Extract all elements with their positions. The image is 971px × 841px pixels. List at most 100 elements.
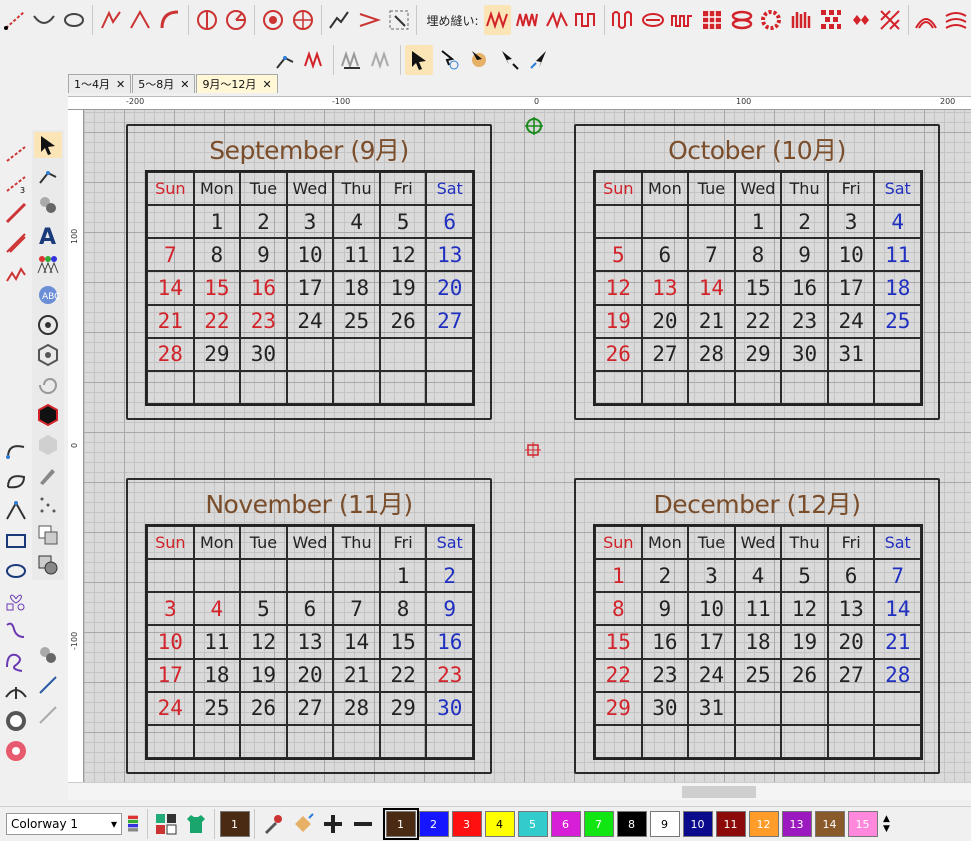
- people-icon[interactable]: [34, 252, 62, 278]
- cc-icon[interactable]: [2, 708, 30, 734]
- polyline-icon[interactable]: [97, 5, 125, 35]
- red-hexagon-icon[interactable]: [34, 402, 62, 428]
- thread-swatch-3[interactable]: 3: [451, 811, 482, 837]
- thread-swatch-11[interactable]: 11: [715, 811, 746, 837]
- spiral-icon[interactable]: [34, 372, 62, 398]
- close-icon[interactable]: ✕: [262, 78, 271, 91]
- closed-curve-icon[interactable]: [2, 468, 30, 494]
- origin-marker-icon[interactable]: [524, 116, 544, 136]
- close-icon[interactable]: ✕: [180, 78, 189, 91]
- text-tool-icon[interactable]: A: [34, 222, 62, 248]
- rect-select-icon[interactable]: [34, 522, 62, 548]
- calendar-november[interactable]: November (11月) Sun Mon Tue Wed Thu Fri Sat 1 2 3 4 5…: [126, 478, 492, 774]
- color-grid-icon[interactable]: [152, 809, 180, 839]
- select-region-icon[interactable]: [385, 5, 413, 35]
- dotted-points-icon[interactable]: [34, 492, 62, 518]
- calendar-september[interactable]: September (9月) Sun Mon Tue Wed Thu Fri Sat 1 2 3 4 5…: [126, 124, 492, 420]
- select-arrow-icon[interactable]: [34, 132, 62, 158]
- fill-bucket-icon[interactable]: [289, 809, 317, 839]
- scrollbar-thumb[interactable]: [682, 786, 756, 798]
- thread-swatch-7[interactable]: 7: [583, 811, 614, 837]
- squiggle-icon[interactable]: [2, 618, 30, 644]
- motif-path-icon[interactable]: [355, 5, 383, 35]
- needle-gray-icon[interactable]: [34, 702, 62, 728]
- thread-swatch-4[interactable]: 4: [484, 811, 515, 837]
- close-icon[interactable]: ✕: [116, 78, 125, 91]
- grid-fill-icon[interactable]: [698, 5, 726, 35]
- direct-select-icon[interactable]: [525, 45, 553, 75]
- shape-combine-icon[interactable]: [34, 552, 62, 578]
- point-select-icon[interactable]: [495, 45, 523, 75]
- circle-fan-icon[interactable]: [223, 5, 251, 35]
- stitch-edit-icon[interactable]: [271, 45, 299, 75]
- polygon-icon[interactable]: [127, 5, 155, 35]
- swatch-scroll[interactable]: ▲ ▼: [883, 814, 890, 834]
- pink-spiral-icon[interactable]: [2, 738, 30, 764]
- reverse-zigzag-icon[interactable]: [338, 45, 366, 75]
- diamond-fill-icon[interactable]: [846, 5, 874, 35]
- chevron-up-icon[interactable]: ▲: [883, 814, 890, 824]
- eyedropper-icon[interactable]: [259, 809, 287, 839]
- shirt-icon[interactable]: [182, 809, 210, 839]
- thread-swatch-2[interactable]: 2: [418, 811, 449, 837]
- thread-swatch-6[interactable]: 6: [550, 811, 581, 837]
- arc-fill-icon[interactable]: [913, 5, 941, 35]
- design-canvas[interactable]: September (9月) Sun Mon Tue Wed Thu Fri Sat 1 2 3 4 5…: [84, 110, 971, 782]
- remove-thread-icon[interactable]: [349, 809, 377, 839]
- chevron-down-icon[interactable]: ▼: [883, 824, 890, 834]
- thread-swatch-12[interactable]: 12: [748, 811, 779, 837]
- square-wave-icon[interactable]: [572, 5, 600, 35]
- castle-fill-icon[interactable]: [668, 5, 696, 35]
- dense-zigzag-icon[interactable]: [513, 5, 541, 35]
- horizontal-scrollbar[interactable]: [68, 782, 971, 800]
- tab-jan-apr[interactable]: 1〜4月 ✕: [68, 74, 132, 93]
- node-edit-icon[interactable]: [34, 162, 62, 188]
- stripe-fill-icon[interactable]: [787, 5, 815, 35]
- wave-fill-icon[interactable]: [609, 5, 637, 35]
- rectangle-icon[interactable]: [2, 528, 30, 554]
- pen-tool-icon[interactable]: [34, 462, 62, 488]
- ribbon-fill-icon[interactable]: [942, 5, 970, 35]
- loop-stitch-icon[interactable]: [60, 5, 88, 35]
- needle-icon[interactable]: [34, 672, 62, 698]
- calendar-december[interactable]: December (12月) Sun Mon Tue Wed Thu Fri Sat 1 2 3 4 5…: [574, 478, 940, 774]
- circle-split-icon[interactable]: [193, 5, 221, 35]
- link-fill-icon[interactable]: [728, 5, 756, 35]
- cross-fill-icon[interactable]: [876, 5, 904, 35]
- tab-sep-dec[interactable]: 9月〜12月 ✕: [196, 74, 278, 93]
- open-zigzag-icon[interactable]: [543, 5, 571, 35]
- lasso-select-icon[interactable]: [435, 45, 463, 75]
- thread-swatch-1[interactable]: 1: [382, 808, 419, 840]
- thread-swatch-10[interactable]: 10: [682, 811, 713, 837]
- thread-list-icon[interactable]: [123, 809, 143, 839]
- paint-bucket-icon[interactable]: [34, 192, 62, 218]
- line-stitch-icon[interactable]: [1, 5, 29, 35]
- fill-color-icon[interactable]: [34, 642, 62, 668]
- thread-swatch-15[interactable]: 15: [847, 811, 878, 837]
- thread-swatch-8[interactable]: 8: [616, 811, 647, 837]
- triple-stitch-icon[interactable]: 3: [2, 170, 30, 196]
- object-select-icon[interactable]: [465, 45, 493, 75]
- zigzag-edit-icon[interactable]: [301, 45, 329, 75]
- freehand-curve-icon[interactable]: [2, 438, 30, 464]
- loop-curve-icon[interactable]: [2, 648, 30, 674]
- bean-stitch-icon[interactable]: [2, 200, 30, 226]
- current-thread-swatch[interactable]: 1: [219, 811, 250, 837]
- concentric-icon[interactable]: [34, 312, 62, 338]
- radial-fill-icon[interactable]: [259, 5, 287, 35]
- tab-may-aug[interactable]: 5〜8月 ✕: [132, 74, 196, 93]
- gear-fill-icon[interactable]: [757, 5, 785, 35]
- satin-line-icon[interactable]: [2, 230, 30, 256]
- zigzag-fill-icon[interactable]: [483, 5, 512, 35]
- center-marker-icon[interactable]: [525, 442, 541, 458]
- calendar-october[interactable]: October (10月) Sun Mon Tue Wed Thu Fri Sat 1 2 3 4 5 6…: [574, 124, 940, 420]
- stitch-fan-icon[interactable]: [2, 678, 30, 704]
- bezier-shape-icon[interactable]: [2, 498, 30, 524]
- add-thread-icon[interactable]: [319, 809, 347, 839]
- gray-hexagon-icon[interactable]: [34, 432, 62, 458]
- spoke-fill-icon[interactable]: [289, 5, 317, 35]
- shape-library-icon[interactable]: [2, 588, 30, 614]
- running-path-icon[interactable]: [326, 5, 354, 35]
- arc-stitch-icon[interactable]: [156, 5, 184, 35]
- thread-swatch-5[interactable]: 5: [517, 811, 548, 837]
